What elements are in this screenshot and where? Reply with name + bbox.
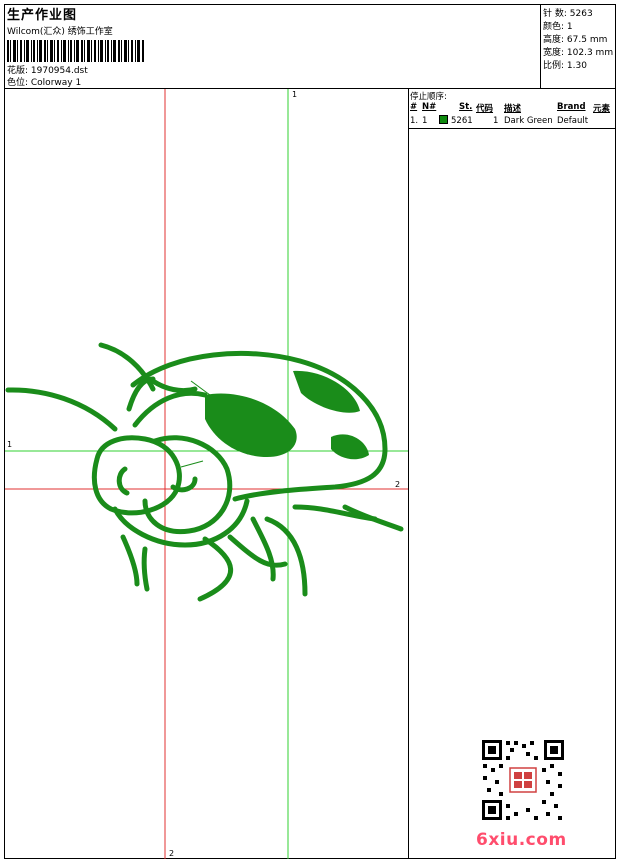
col-header-st: St. (459, 102, 473, 112)
colorway-label: 色位: Colorway 1 (7, 78, 82, 88)
col-header-n: N# (422, 102, 437, 112)
company-name: Wilcom(汇众) 绣饰工作室 (7, 27, 113, 37)
row-code: 1 (493, 116, 499, 126)
stitch-connector (180, 460, 204, 468)
guide-label-green-left: 1 (7, 440, 12, 449)
col-header-desc: 描述 (504, 104, 522, 114)
guide-label-red-right: 2 (395, 480, 400, 489)
row-n: 1 (422, 116, 428, 126)
row-stitches: 5261 (451, 116, 473, 126)
barcode-icon (7, 40, 144, 62)
row-description: Dark Green (504, 116, 553, 126)
row-num: 1. (410, 116, 419, 126)
embroidery-design (5, 342, 404, 602)
stat-scale: 比例: 1.30 (543, 61, 587, 71)
row-brand: Default (557, 116, 589, 126)
thread-color-swatch (439, 115, 448, 124)
panel-divider (408, 89, 409, 859)
stats-panel: 针 数: 5263 颜色: 1 高度: 67.5 mm 宽度: 102.3 mm… (540, 4, 616, 88)
stat-height: 高度: 67.5 mm (543, 35, 608, 45)
guide-label-green-top: 1 (292, 90, 297, 99)
col-header-code: 代码 (476, 104, 494, 114)
stat-stitches: 针 数: 5263 (543, 9, 593, 19)
page-title: 生产作业图 (7, 8, 78, 23)
stop-sequence-heading: 停止顺序: (410, 92, 447, 102)
guide-label-red-bottom: 2 (169, 849, 174, 858)
stat-colors: 颜色: 1 (543, 22, 573, 32)
col-header-num: # (410, 102, 418, 112)
qr-code-icon (480, 738, 566, 822)
col-header-brand: Brand (557, 102, 586, 112)
watermark-logo: 6xiu.com (476, 830, 567, 850)
stat-width: 宽度: 102.3 mm (543, 48, 614, 58)
design-canvas: 1 1 2 2 (5, 89, 408, 859)
col-header-element: 元素 (593, 104, 611, 114)
stop-sequence-panel: 停止顺序: # N# St. 代码 描述 Brand 元素 1. 1 5261 … (409, 89, 616, 129)
header-left: 生产作业图 Wilcom(汇众) 绣饰工作室 花版: 1970954.dst 色… (5, 4, 540, 88)
